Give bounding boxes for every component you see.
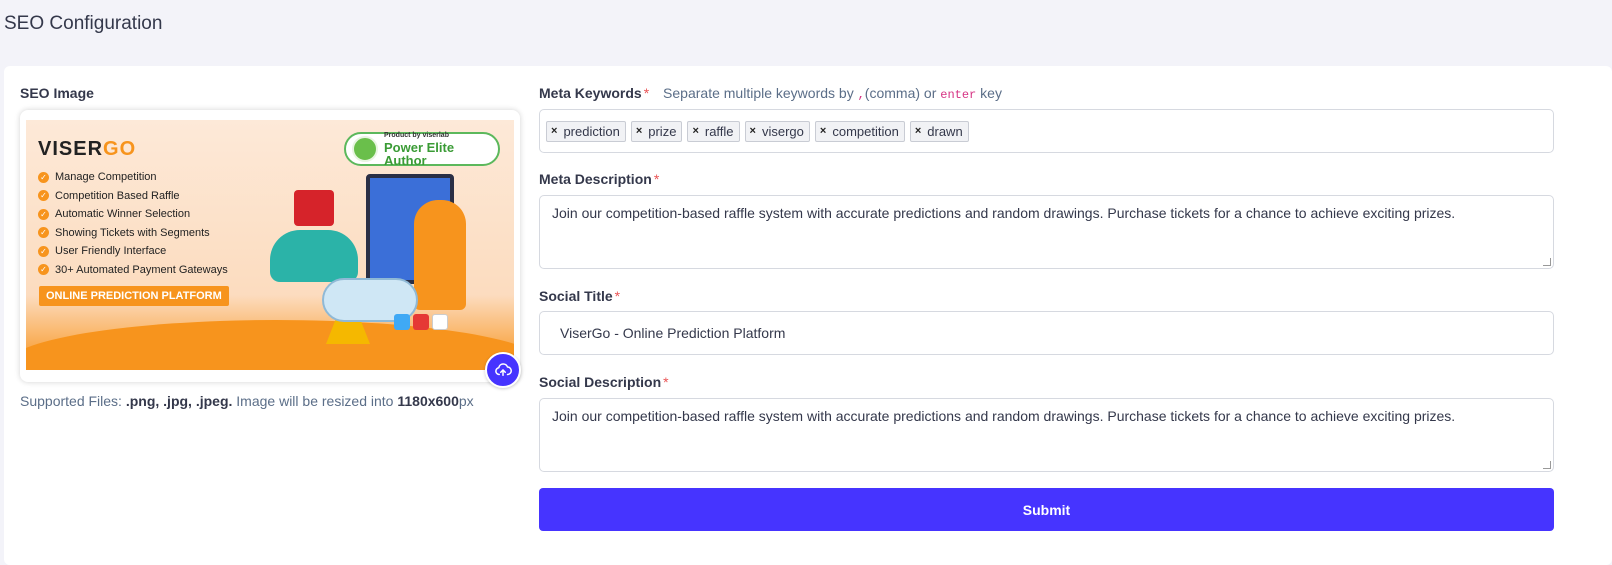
seo-image-label: SEO Image bbox=[20, 85, 94, 101]
upload-image-button[interactable] bbox=[485, 352, 521, 388]
social-description-textarea[interactable]: Join our competition-based raffle system… bbox=[539, 398, 1554, 472]
keyword-tag: × prize bbox=[630, 120, 683, 142]
keywords-hint: Separate multiple keywords by ,(comma) o… bbox=[663, 85, 1002, 102]
keyword-tag: × visergo bbox=[744, 120, 810, 142]
author-small-text: Product by viserlab bbox=[384, 131, 449, 139]
feature-item: ✓ Competition Based Raffle bbox=[38, 187, 228, 206]
page-title: SEO Configuration bbox=[4, 13, 163, 34]
keyword-tag: × raffle bbox=[687, 120, 740, 142]
required-mark: * bbox=[653, 171, 660, 187]
illustration-car bbox=[270, 230, 358, 282]
illustration-gift bbox=[294, 190, 334, 226]
required-mark: * bbox=[614, 288, 621, 304]
check-icon: ✓ bbox=[38, 227, 49, 239]
check-icon: ✓ bbox=[38, 208, 49, 220]
social-description-label: Social Description * bbox=[539, 374, 669, 390]
brand-logo: VISERGO bbox=[38, 138, 137, 160]
remove-tag-icon[interactable]: × bbox=[915, 125, 921, 137]
keyword-tag: × drawn bbox=[909, 120, 969, 142]
remove-tag-icon[interactable]: × bbox=[692, 125, 698, 137]
resize-handle[interactable] bbox=[1543, 461, 1551, 469]
submit-button[interactable]: Submit bbox=[539, 488, 1554, 531]
check-icon: ✓ bbox=[38, 171, 49, 183]
check-icon: ✓ bbox=[38, 264, 49, 276]
feature-item: ✓ 30+ Automated Payment Gateways bbox=[38, 261, 228, 280]
meta-keywords-label: Meta Keywords * Separate multiple keyword… bbox=[539, 85, 1002, 102]
author-seal-icon bbox=[352, 136, 378, 162]
meta-description-textarea[interactable]: Join our competition-based raffle system… bbox=[539, 195, 1554, 269]
preview-banner: VISERGO ✓ Manage Competition ✓ Competition… bbox=[26, 120, 514, 370]
seo-image-preview[interactable]: VISERGO ✓ Manage Competition ✓ Competition… bbox=[20, 110, 520, 382]
feature-list: ✓ Manage Competition ✓ Competition Based R… bbox=[38, 168, 228, 279]
remove-tag-icon[interactable]: × bbox=[636, 125, 642, 137]
remove-tag-icon[interactable]: × bbox=[551, 125, 557, 137]
feature-item: ✓ Showing Tickets with Segments bbox=[38, 224, 228, 243]
meta-description-label: Meta Description * bbox=[539, 171, 660, 187]
remove-tag-icon[interactable]: × bbox=[820, 125, 826, 137]
remove-tag-icon[interactable]: × bbox=[750, 125, 756, 137]
resize-handle[interactable] bbox=[1543, 258, 1551, 266]
feature-item: ✓ Manage Competition bbox=[38, 168, 228, 187]
social-title-label: Social Title * bbox=[539, 288, 621, 304]
illustration-dice bbox=[394, 314, 451, 335]
feature-item: ✓ User Friendly Interface bbox=[38, 242, 228, 261]
supported-files-note: Supported Files: .png, .jpg, .jpeg. Imag… bbox=[20, 393, 474, 409]
author-badge: Product by viserlab Power Elite Author bbox=[344, 131, 500, 168]
author-big-text: Power Elite Author bbox=[384, 139, 455, 168]
social-title-input[interactable]: ViserGo - Online Prediction Platform bbox=[539, 311, 1554, 355]
meta-keywords-input[interactable]: × prediction × prize × raffle × visergo × com… bbox=[539, 109, 1554, 153]
platform-badge: ONLINE PREDICTION PLATFORM bbox=[39, 286, 229, 306]
check-icon: ✓ bbox=[38, 190, 49, 202]
keyword-tag: × competition bbox=[814, 120, 905, 142]
seo-config-card: SEO Image VISERGO ✓ Manage Competition ✓ C… bbox=[4, 66, 1612, 565]
illustration-person bbox=[414, 200, 466, 310]
required-mark: * bbox=[643, 85, 650, 101]
required-mark: * bbox=[663, 374, 669, 390]
keyword-tag: × prediction bbox=[546, 120, 626, 142]
check-icon: ✓ bbox=[38, 245, 49, 257]
feature-item: ✓ Automatic Winner Selection bbox=[38, 205, 228, 224]
cloud-upload-icon bbox=[495, 363, 512, 376]
